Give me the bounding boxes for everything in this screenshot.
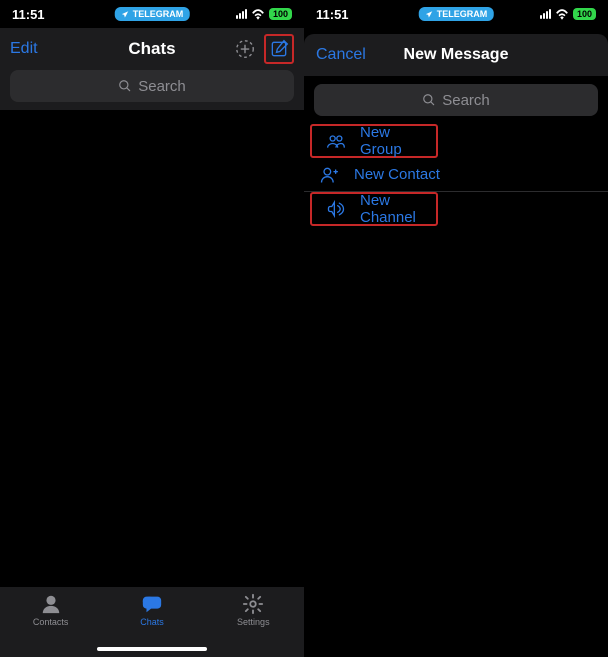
- new-message-header: Cancel New Message: [304, 34, 608, 76]
- add-circle-dashed-icon: [234, 38, 256, 60]
- search-input[interactable]: Search: [10, 70, 294, 102]
- search-input[interactable]: Search: [314, 84, 598, 116]
- megaphone-icon: [326, 199, 346, 219]
- wifi-icon: [555, 9, 569, 20]
- search-icon: [422, 93, 436, 107]
- modal-title: New Message: [404, 46, 509, 64]
- compose-icon: [269, 39, 289, 59]
- tab-chats[interactable]: Chats: [122, 593, 182, 627]
- tab-bar: Contacts Chats Settings: [0, 587, 304, 657]
- signal-icon: [236, 9, 247, 19]
- status-bar: 11:51 TELEGRAM 100: [0, 0, 304, 28]
- status-bar: 11:51 TELEGRAM 100: [304, 0, 608, 28]
- status-time: 11:51: [12, 7, 45, 22]
- home-indicator: [97, 647, 207, 651]
- menu-label: New Group: [360, 124, 422, 158]
- chats-icon: [140, 593, 164, 615]
- group-icon: [326, 131, 346, 151]
- chats-header: Edit Chats Search: [0, 28, 304, 110]
- tab-settings[interactable]: Settings: [223, 593, 283, 627]
- phone-right: 11:51 TELEGRAM 100 Cancel New Message Se…: [304, 0, 608, 657]
- menu-label: New Channel: [360, 192, 422, 226]
- chats-list-empty: [0, 110, 304, 587]
- phone-left: 11:51 TELEGRAM 100 Edit Chats: [0, 0, 304, 657]
- compose-button[interactable]: [264, 34, 294, 64]
- signal-icon: [540, 9, 551, 19]
- cancel-button[interactable]: Cancel: [316, 46, 366, 64]
- tab-contacts[interactable]: Contacts: [21, 593, 81, 627]
- menu-label: New Contact: [354, 166, 440, 183]
- add-contact-icon: [318, 165, 340, 185]
- status-time: 11:51: [316, 7, 349, 22]
- new-message-menu: New Group New Contact New Channel: [304, 124, 608, 226]
- battery-icon: 100: [573, 8, 596, 20]
- status-right: 100: [236, 8, 292, 20]
- new-channel-item[interactable]: New Channel: [310, 192, 438, 226]
- contacts-icon: [40, 593, 62, 615]
- wifi-icon: [251, 9, 265, 20]
- new-folder-button[interactable]: [230, 34, 260, 64]
- edit-button[interactable]: Edit: [10, 40, 70, 58]
- page-title: Chats: [128, 39, 175, 59]
- telegram-icon: [425, 10, 434, 19]
- new-group-item[interactable]: New Group: [310, 124, 438, 158]
- status-right: 100: [540, 8, 596, 20]
- telegram-badge: TELEGRAM: [115, 7, 190, 21]
- telegram-badge: TELEGRAM: [419, 7, 494, 21]
- search-icon: [118, 79, 132, 93]
- settings-icon: [242, 593, 264, 615]
- telegram-icon: [121, 10, 130, 19]
- new-contact-item[interactable]: New Contact: [304, 158, 608, 192]
- battery-icon: 100: [269, 8, 292, 20]
